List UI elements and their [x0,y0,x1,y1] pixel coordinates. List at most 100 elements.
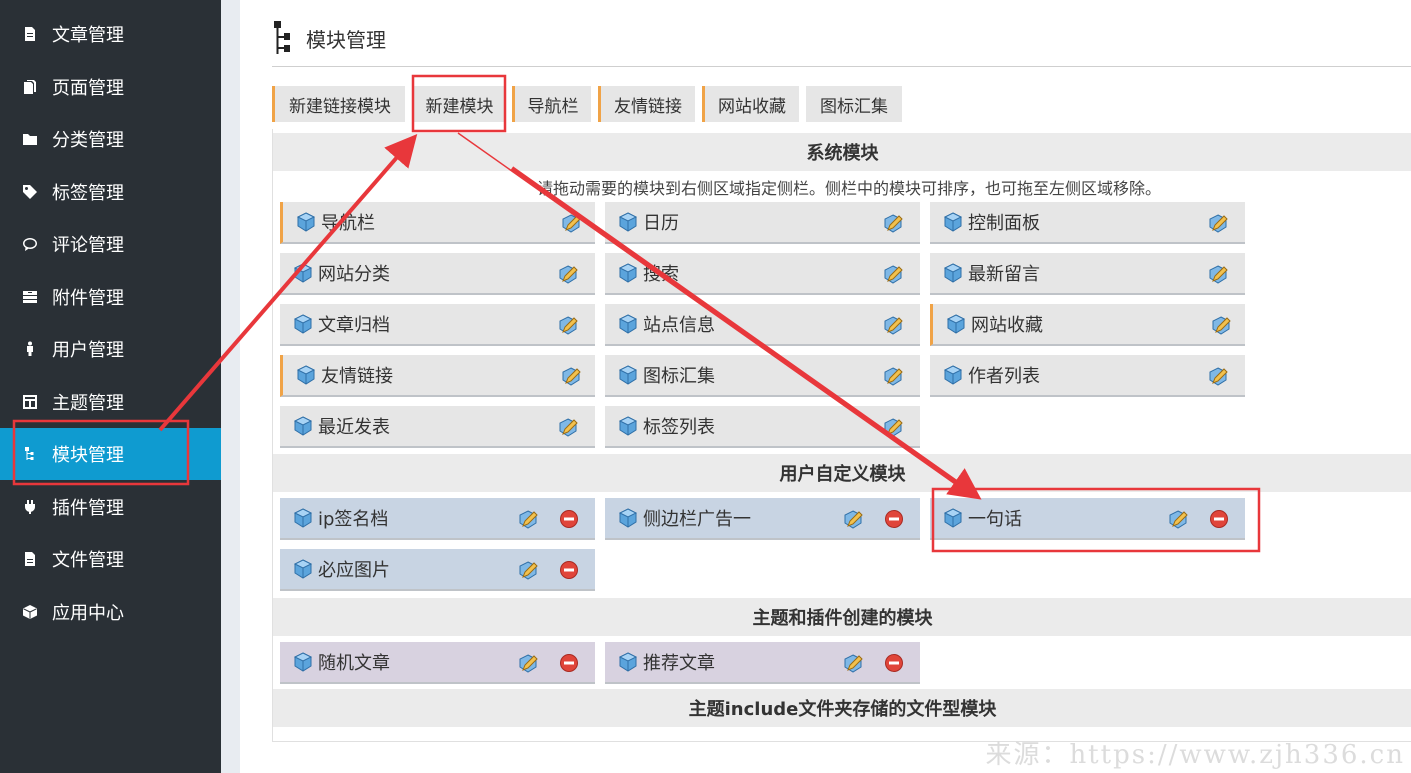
module-item[interactable]: 友情链接 [280,355,595,397]
sidebar-item-files[interactable]: 文件管理 [0,533,221,585]
tab-new-module[interactable]: 新建模块 [414,86,505,122]
module-name: 推荐文章 [643,653,715,674]
module-item[interactable]: 导航栏 [280,202,595,244]
module-item[interactable]: 文章归档 [280,304,595,346]
module-item[interactable]: 搜索 [605,253,920,295]
module-item[interactable]: 作者列表 [930,355,1245,397]
module-item[interactable]: 网站分类 [280,253,595,295]
sidebar-item-plugins[interactable]: 插件管理 [0,481,221,533]
section-title-theme: 主题和插件创建的模块 [273,598,1411,636]
section-title-system: 系统模块 [273,133,1411,171]
module-name: 最近发表 [318,417,390,438]
module-item[interactable]: 随机文章 [280,642,595,684]
module-name: 作者列表 [968,366,1040,387]
comment-icon [22,236,38,252]
delete-icon[interactable] [1209,509,1229,529]
main-content: 模块管理 新建链接模块 新建模块 导航栏 友情链接 网站收藏 图标汇集 系统模块… [240,0,1411,773]
edit-icon[interactable] [882,416,904,438]
sidebar-item-label: 主题管理 [52,393,124,414]
edit-icon[interactable] [560,365,582,387]
module-name: 搜索 [643,264,679,285]
folder-icon [22,131,38,147]
module-item[interactable]: 控制面板 [930,202,1245,244]
sidebar-item-label: 评论管理 [52,235,124,256]
edit-icon[interactable] [882,212,904,234]
module-name: 侧边栏广告一 [643,509,751,530]
edit-icon[interactable] [842,652,864,674]
sidebar-item-label: 分类管理 [52,130,124,151]
edit-icon[interactable] [560,212,582,234]
edit-icon[interactable] [557,416,579,438]
delete-icon[interactable] [559,653,579,673]
module-item[interactable]: 图标汇集 [605,355,920,397]
module-item[interactable]: 推荐文章 [605,642,920,684]
module-name: 站点信息 [643,315,715,336]
edit-icon[interactable] [517,559,539,581]
tab-friend-links[interactable]: 友情链接 [598,86,695,122]
module-cube-icon [618,416,638,436]
sidebar-item-app-center[interactable]: 应用中心 [0,586,221,638]
page-header: 模块管理 [272,18,386,58]
sidebar-item-pages[interactable]: 页面管理 [0,61,221,113]
edit-icon[interactable] [842,508,864,530]
sidebar-item-label: 页面管理 [52,78,124,99]
module-tree-icon [274,21,290,54]
sidebar-item-articles[interactable]: 文章管理 [0,8,221,60]
module-item[interactable]: 日历 [605,202,920,244]
delete-icon[interactable] [559,509,579,529]
tab-navbar[interactable]: 导航栏 [512,86,591,122]
module-item[interactable]: 一句话 [930,498,1245,540]
sidebar-item-attachments[interactable]: 附件管理 [0,271,221,323]
edit-icon[interactable] [1207,212,1229,234]
module-item[interactable]: 标签列表 [605,406,920,448]
sidebar-item-categories[interactable]: 分类管理 [0,113,221,165]
pages-icon [22,79,38,95]
content-gutter [221,0,240,773]
delete-icon[interactable] [884,509,904,529]
module-cube-icon [296,212,316,232]
module-name: 标签列表 [643,417,715,438]
module-item[interactable]: 网站收藏 [930,304,1245,346]
sidebar-item-modules[interactable]: 模块管理 [0,428,221,480]
drag-hint: 请拖动需要的模块到右侧区域指定侧栏。侧栏中的模块可排序，也可拖至左侧区域移除。 [537,179,1162,198]
edit-icon[interactable] [557,314,579,336]
section-title-include: 主题include文件夹存储的文件型模块 [273,689,1411,727]
tab-site-favorites[interactable]: 网站收藏 [702,86,799,122]
module-cube-icon [943,365,963,385]
tab-new-link-module[interactable]: 新建链接模块 [272,86,405,122]
module-cube-icon [293,508,313,528]
sidebar-item-users[interactable]: 用户管理 [0,323,221,375]
module-name: 文章归档 [318,315,390,336]
module-cube-icon [618,365,638,385]
edit-icon[interactable] [517,508,539,530]
module-cube-icon [943,263,963,283]
edit-icon[interactable] [1210,314,1232,336]
delete-icon[interactable] [559,560,579,580]
module-item[interactable]: 最近发表 [280,406,595,448]
watermark: 来源：https://www.zjh336.cn [985,740,1405,770]
module-name: 必应图片 [318,560,390,581]
edit-icon[interactable] [1207,263,1229,285]
edit-icon[interactable] [557,263,579,285]
module-name: 日历 [643,213,679,234]
tab-icon-collection[interactable]: 图标汇集 [806,86,902,122]
edit-icon[interactable] [517,652,539,674]
module-item[interactable]: 必应图片 [280,549,595,591]
sidebar-item-themes[interactable]: 主题管理 [0,376,221,428]
sidebar-item-label: 模块管理 [52,445,124,466]
theme-icon [22,394,38,410]
edit-icon[interactable] [1207,365,1229,387]
module-item[interactable]: 站点信息 [605,304,920,346]
module-cube-icon [943,508,963,528]
edit-icon[interactable] [882,314,904,336]
module-item[interactable]: 最新留言 [930,253,1245,295]
module-item[interactable]: ip签名档 [280,498,595,540]
edit-icon[interactable] [882,263,904,285]
edit-icon[interactable] [882,365,904,387]
delete-icon[interactable] [884,653,904,673]
sidebar-item-label: 附件管理 [52,288,124,309]
edit-icon[interactable] [1167,508,1189,530]
module-item[interactable]: 侧边栏广告一 [605,498,920,540]
sidebar-item-comments[interactable]: 评论管理 [0,218,221,270]
sidebar-item-tags[interactable]: 标签管理 [0,166,221,218]
